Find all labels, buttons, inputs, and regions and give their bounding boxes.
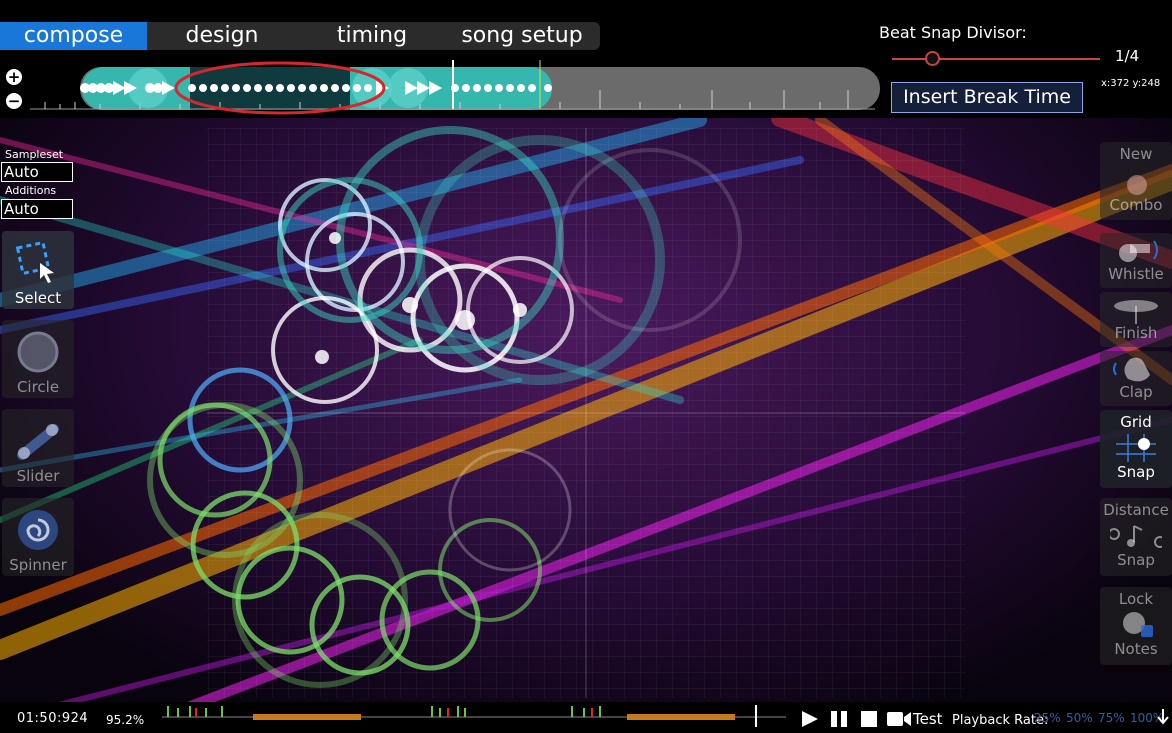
tool-circle-label: Circle [16, 378, 60, 396]
insert-break-time-button[interactable]: Insert Break Time [891, 82, 1083, 113]
beat-snap-slider-knob[interactable] [925, 51, 940, 66]
tool-slider-label: Slider [16, 467, 60, 485]
whistle-label: Whistle [1108, 265, 1164, 283]
new-combo-icon [1127, 175, 1147, 195]
toggle-distance-snap[interactable]: Distance Snap [1100, 498, 1172, 576]
play-icon[interactable] [801, 710, 819, 728]
additions-field[interactable]: Auto [1, 199, 73, 219]
slider-icon [17, 424, 59, 460]
toggle-grid-snap[interactable]: Grid Snap [1100, 410, 1172, 488]
current-time: 01:50:924 [17, 711, 89, 726]
tool-select-label: Select [14, 289, 62, 307]
circle-icon [17, 331, 59, 373]
finish-label: Finish [1114, 324, 1158, 342]
toggle-lock-notes[interactable]: Lock Notes [1100, 587, 1172, 665]
song-progress-bar[interactable] [160, 703, 786, 729]
tool-slider[interactable]: Slider [2, 409, 74, 487]
rate-option-75[interactable]: 75% [1098, 711, 1125, 725]
toggle-new-combo[interactable]: New Combo [1100, 142, 1172, 220]
additions-label: Additions [5, 184, 57, 197]
grid-snap-label-1: Grid [1120, 413, 1152, 431]
distance-snap-label-2: Snap [1117, 551, 1155, 569]
tab-design[interactable]: design [147, 22, 297, 50]
distance-snap-icon [1110, 525, 1162, 548]
toggle-whistle[interactable]: Whistle [1100, 233, 1172, 288]
finish-icon [1114, 300, 1158, 324]
distance-snap-label-1: Distance [1103, 501, 1169, 519]
clap-icon [1113, 357, 1150, 382]
sampleset-label: Sampleset [5, 148, 64, 161]
clap-label: Clap [1119, 383, 1153, 401]
lock-notes-icon [1123, 612, 1153, 637]
sampleset-field[interactable]: Auto [1, 162, 73, 182]
tab-song-setup[interactable]: song setup [447, 22, 597, 50]
select-icon [15, 240, 54, 283]
tab-timing[interactable]: timing [297, 22, 447, 50]
whistle-icon [1119, 240, 1158, 262]
pause-icon[interactable] [830, 710, 848, 728]
song-percent: 95.2% [106, 713, 145, 727]
lock-notes-label-1: Lock [1118, 590, 1154, 608]
tool-circle[interactable]: Circle [2, 320, 74, 398]
tab-compose[interactable]: compose [0, 22, 147, 50]
tool-spinner-label: Spinner [9, 556, 67, 574]
toggle-finish[interactable]: Finish [1100, 292, 1172, 347]
new-combo-label-1: New [1119, 145, 1153, 163]
download-icon[interactable] [1157, 708, 1169, 726]
test-button-label[interactable]: Test [913, 710, 943, 728]
beat-snap-label: Beat Snap Divisor: [879, 23, 1027, 42]
beat-snap-value: 1/4 [1115, 47, 1140, 65]
tool-select[interactable]: Select [2, 231, 74, 309]
grid-snap-icon [1116, 434, 1156, 462]
spinner-icon [18, 510, 58, 550]
rate-option-50[interactable]: 50% [1066, 711, 1093, 725]
rate-option-25[interactable]: 25% [1034, 711, 1061, 725]
beat-snap-slider[interactable] [892, 58, 1100, 60]
lock-notes-label-2: Notes [1114, 640, 1158, 658]
test-camera-icon[interactable] [886, 710, 912, 728]
new-combo-label-2: Combo [1109, 196, 1163, 214]
tool-spinner[interactable]: Spinner [2, 498, 74, 576]
cursor-coordinates: x:372 y:248 [1101, 78, 1161, 89]
toggle-clap[interactable]: Clap [1100, 351, 1172, 406]
timeline-objects [30, 60, 875, 115]
stop-icon[interactable] [860, 710, 878, 728]
grid-snap-label-2: Snap [1117, 463, 1155, 481]
